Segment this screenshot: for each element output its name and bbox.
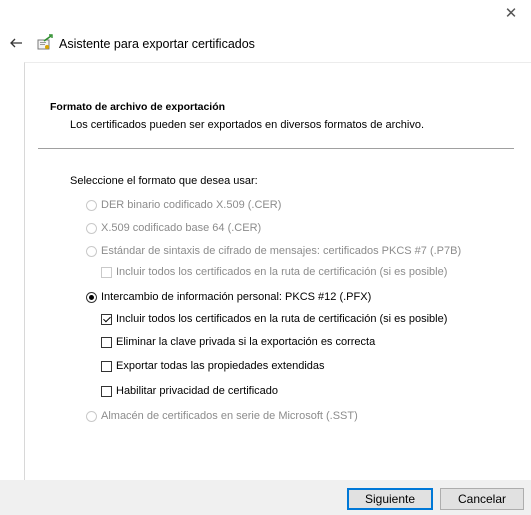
option-label: X.509 codificado base 64 (.CER) [101, 222, 262, 234]
section-description: Los certificados pueden ser exportados e… [70, 119, 425, 131]
option-label: Eliminar la clave privada si la exportac… [116, 336, 376, 348]
radio-indicator[interactable] [86, 245, 97, 257]
checkbox-pkcs7-include-all[interactable]: Incluir todos los certificados en la rut… [101, 266, 447, 278]
radio-der[interactable]: DER binario codificado X.509 (.CER) [86, 199, 281, 211]
wizard-title: Asistente para exportar certificados [59, 37, 255, 51]
radio-pfx[interactable]: Intercambio de información personal: PKC… [86, 291, 371, 303]
format-prompt: Seleccione el formato que desea usar: [70, 175, 258, 187]
checkbox-certificate-privacy[interactable]: Habilitar privacidad de certificado [101, 385, 278, 397]
option-label: Intercambio de información personal: PKC… [101, 291, 372, 303]
option-label: Exportar todas las propiedades extendida… [116, 360, 325, 372]
radio-sst[interactable]: Almacén de certificados en serie de Micr… [86, 410, 358, 422]
checkbox-indicator[interactable] [101, 360, 112, 372]
radio-base64[interactable]: X.509 codificado base 64 (.CER) [86, 222, 261, 234]
section-title: Formato de archivo de exportación [50, 101, 226, 113]
close-icon: ✕ [504, 5, 518, 22]
radio-indicator[interactable] [86, 410, 97, 422]
close-button[interactable]: ✕ [496, 4, 526, 24]
checkbox-indicator[interactable] [101, 385, 112, 397]
checkbox-indicator[interactable] [101, 313, 112, 325]
cancel-button[interactable]: Cancelar [440, 488, 524, 510]
checkbox-indicator[interactable] [101, 266, 112, 278]
option-label: Estándar de sintaxis de cifrado de mensa… [101, 245, 462, 257]
radio-pkcs7[interactable]: Estándar de sintaxis de cifrado de mensa… [86, 245, 461, 257]
option-label: DER binario codificado X.509 (.CER) [101, 199, 282, 211]
option-label: Almacén de certificados en serie de Micr… [101, 410, 358, 422]
checkbox-pfx-include-all[interactable]: Incluir todos los certificados en la rut… [101, 313, 447, 325]
option-label: Incluir todos los certificados en la rut… [116, 313, 448, 325]
checkbox-indicator[interactable] [101, 336, 112, 348]
option-label: Incluir todos los certificados en la rut… [116, 266, 448, 278]
checkbox-delete-private-key[interactable]: Eliminar la clave privada si la exportac… [101, 336, 375, 348]
next-button[interactable]: Siguiente [347, 488, 433, 510]
back-button[interactable] [6, 33, 26, 53]
checkbox-export-extended-properties[interactable]: Exportar todas las propiedades extendida… [101, 360, 325, 372]
separator [38, 148, 514, 149]
certificate-wizard-icon [36, 34, 54, 52]
radio-indicator[interactable] [86, 291, 97, 303]
option-label: Habilitar privacidad de certificado [116, 385, 279, 397]
radio-indicator[interactable] [86, 222, 97, 234]
back-arrow-icon [10, 38, 22, 48]
radio-indicator[interactable] [86, 199, 97, 211]
